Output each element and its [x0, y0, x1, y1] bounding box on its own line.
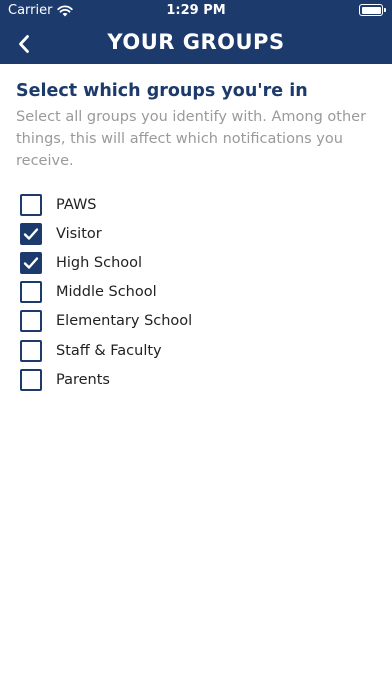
checkbox-parents[interactable] — [20, 368, 42, 391]
group-item-middle-school[interactable]: Middle School — [16, 278, 376, 307]
group-item-parents[interactable]: Parents — [16, 365, 376, 394]
group-label: Staff & Faculty — [56, 342, 162, 359]
group-item-high-school[interactable]: High School — [16, 248, 376, 277]
checkbox-visitor[interactable] — [20, 222, 42, 245]
group-item-elementary-school[interactable]: Elementary School — [16, 307, 376, 336]
status-time: 1:29 PM — [166, 3, 226, 18]
group-item-visitor[interactable]: Visitor — [16, 219, 376, 248]
checkbox-paws[interactable] — [20, 193, 42, 216]
group-label: Elementary School — [56, 313, 193, 330]
group-item-paws[interactable]: PAWS — [16, 190, 376, 219]
section-description: Select all groups you identify with. Amo… — [16, 109, 367, 169]
checkbox-high-school[interactable] — [20, 251, 42, 274]
groups-section: Select which groups you're in Select all… — [16, 80, 376, 394]
checkbox-elementary-school[interactable] — [20, 310, 42, 333]
group-label: Visitor — [56, 225, 102, 242]
navigation-bar: YOUR GROUPS — [0, 22, 392, 64]
checkbox-middle-school[interactable] — [20, 281, 42, 304]
group-label: Middle School — [56, 284, 157, 301]
section-title: Select which groups you're in — [16, 81, 308, 101]
group-label: PAWS — [56, 196, 97, 213]
group-label: Parents — [56, 371, 110, 388]
page-title: YOUR GROUPS — [107, 30, 285, 54]
battery-icon — [359, 4, 386, 16]
group-list: PAWS Visitor High School Middle School E… — [16, 190, 376, 394]
app-header: Carrier 1:29 PM YOUR GROUPS — [0, 0, 392, 64]
status-bar: Carrier 1:29 PM — [0, 0, 392, 22]
checkmark-icon — [23, 257, 39, 269]
group-item-staff-faculty[interactable]: Staff & Faculty — [16, 336, 376, 365]
group-label: High School — [56, 254, 143, 271]
checkbox-staff-faculty[interactable] — [20, 339, 42, 362]
checkmark-icon — [23, 228, 39, 240]
